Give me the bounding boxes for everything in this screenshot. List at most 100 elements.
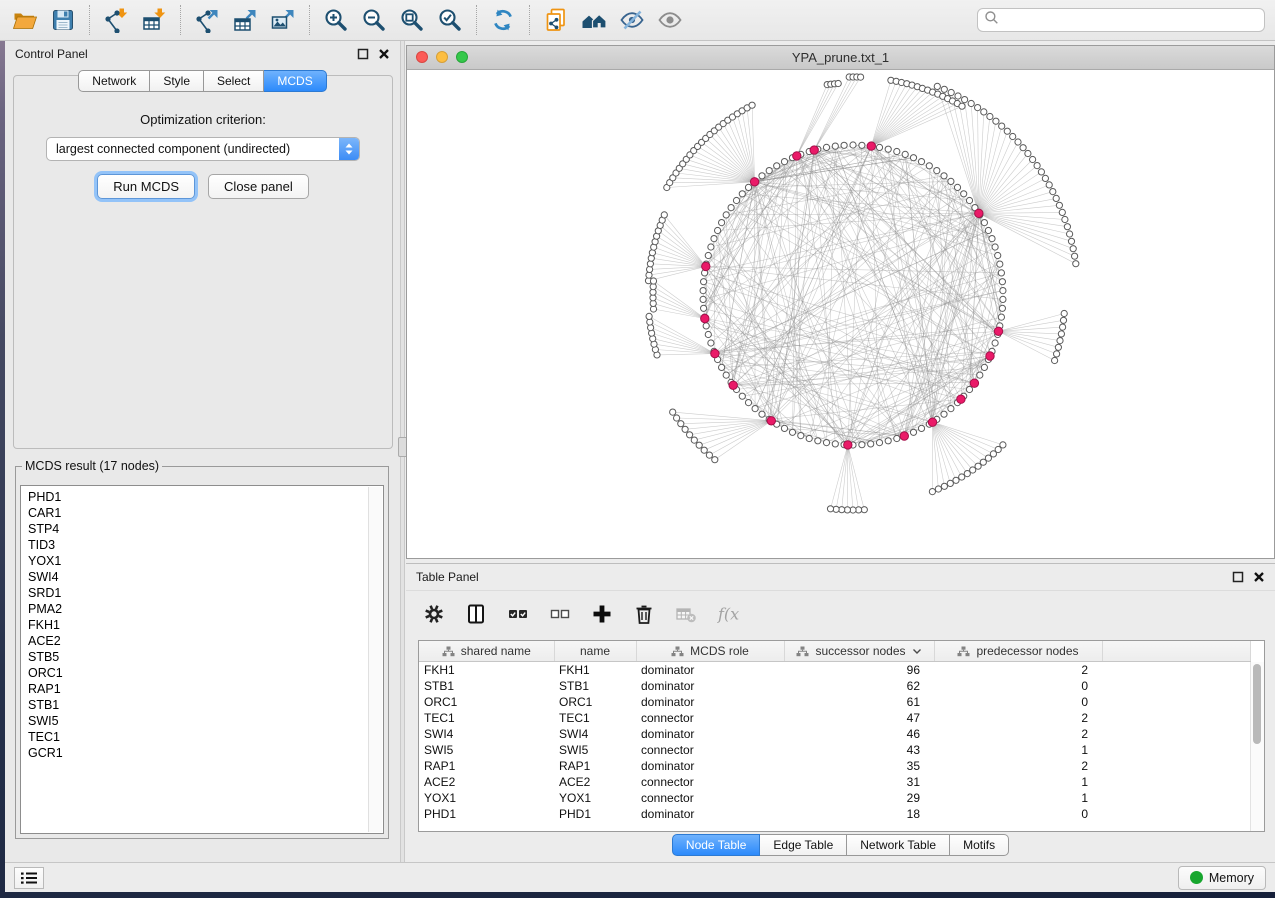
mcds-result-item[interactable]: PHD1: [28, 489, 383, 505]
table-cell[interactable]: connector: [636, 790, 784, 806]
mcds-result-item[interactable]: STB1: [28, 697, 383, 713]
maximize-window-icon[interactable]: [456, 51, 468, 63]
mcds-result-item[interactable]: RAP1: [28, 681, 383, 697]
table-settings-button[interactable]: [418, 597, 450, 631]
zoom-out-button[interactable]: [355, 3, 393, 37]
table-cell[interactable]: YOX1: [554, 790, 636, 806]
zoom-selected-button[interactable]: [431, 3, 469, 37]
table-cell[interactable]: dominator: [636, 662, 784, 679]
table-cell[interactable]: ACE2: [554, 774, 636, 790]
table-row[interactable]: ORC1ORC1dominator610: [419, 694, 1251, 710]
column-header-shared-name[interactable]: shared name: [419, 641, 554, 662]
network-window-titlebar[interactable]: YPA_prune.txt_1: [407, 46, 1274, 70]
table-row[interactable]: SWI4SWI4dominator462: [419, 726, 1251, 742]
table-cell[interactable]: 96: [784, 662, 934, 679]
table-cell[interactable]: 43: [784, 742, 934, 758]
column-header-predecessor-nodes[interactable]: predecessor nodes: [934, 641, 1102, 662]
result-list-scrollbar[interactable]: [368, 487, 382, 832]
import-table-button[interactable]: [135, 3, 173, 37]
table-cell[interactable]: 61: [784, 694, 934, 710]
tab-network-table[interactable]: Network Table: [847, 834, 950, 856]
table-cell[interactable]: ORC1: [419, 694, 554, 710]
mcds-result-item[interactable]: ACE2: [28, 633, 383, 649]
table-cell[interactable]: 29: [784, 790, 934, 806]
home-button[interactable]: [575, 3, 613, 37]
search-input[interactable]: [1003, 12, 1258, 28]
mcds-result-item[interactable]: SWI5: [28, 713, 383, 729]
table-cell[interactable]: 1: [934, 790, 1102, 806]
close-panel-icon[interactable]: [1253, 571, 1265, 583]
column-header-name[interactable]: name: [554, 641, 636, 662]
table-cell[interactable]: FKH1: [419, 662, 554, 679]
mcds-result-item[interactable]: PMA2: [28, 601, 383, 617]
table-cell[interactable]: 2: [934, 710, 1102, 726]
table-cell[interactable]: 47: [784, 710, 934, 726]
float-panel-icon[interactable]: [357, 48, 369, 60]
table-row[interactable]: TEC1TEC1connector472: [419, 710, 1251, 726]
table-cell[interactable]: PHD1: [554, 806, 636, 822]
open-file-button[interactable]: [6, 3, 44, 37]
table-cell[interactable]: 0: [934, 806, 1102, 822]
table-cell[interactable]: 2: [934, 726, 1102, 742]
table-cell[interactable]: 62: [784, 678, 934, 694]
show-columns-button[interactable]: [460, 597, 492, 631]
table-cell[interactable]: connector: [636, 742, 784, 758]
table-cell[interactable]: STB1: [419, 678, 554, 694]
tab-select[interactable]: Select: [204, 70, 264, 92]
tab-node-table[interactable]: Node Table: [672, 834, 761, 856]
table-cell[interactable]: FKH1: [554, 662, 636, 679]
task-history-button[interactable]: [14, 867, 44, 889]
mcds-result-item[interactable]: STP4: [28, 521, 383, 537]
table-cell[interactable]: ORC1: [554, 694, 636, 710]
table-cell[interactable]: 31: [784, 774, 934, 790]
save-session-button[interactable]: [44, 3, 82, 37]
tab-motifs[interactable]: Motifs: [950, 834, 1009, 856]
table-cell[interactable]: 0: [934, 694, 1102, 710]
mcds-result-item[interactable]: STB5: [28, 649, 383, 665]
show-panel-button[interactable]: [651, 3, 689, 37]
mcds-result-list[interactable]: PHD1CAR1STP4TID3YOX1SWI4SRD1PMA2FKH1ACE2…: [20, 485, 384, 834]
add-row-button[interactable]: [586, 597, 618, 631]
export-network-button[interactable]: [188, 3, 226, 37]
table-cell[interactable]: SWI5: [554, 742, 636, 758]
table-cell[interactable]: dominator: [636, 694, 784, 710]
deselect-all-button[interactable]: [544, 597, 576, 631]
tab-style[interactable]: Style: [150, 70, 204, 92]
table-cell[interactable]: 35: [784, 758, 934, 774]
search-box[interactable]: [977, 8, 1265, 32]
table-row[interactable]: SWI5SWI5connector431: [419, 742, 1251, 758]
export-image-button[interactable]: [264, 3, 302, 37]
memory-button[interactable]: Memory: [1178, 866, 1266, 890]
table-cell[interactable]: YOX1: [419, 790, 554, 806]
mcds-result-item[interactable]: YOX1: [28, 553, 383, 569]
table-cell[interactable]: dominator: [636, 726, 784, 742]
table-cell[interactable]: connector: [636, 710, 784, 726]
mcds-result-item[interactable]: GCR1: [28, 745, 383, 761]
table-cell[interactable]: RAP1: [419, 758, 554, 774]
table-cell[interactable]: RAP1: [554, 758, 636, 774]
table-row[interactable]: FKH1FKH1dominator962: [419, 662, 1251, 679]
table-cell[interactable]: connector: [636, 774, 784, 790]
network-canvas[interactable]: [407, 69, 1274, 558]
close-window-icon[interactable]: [416, 51, 428, 63]
tab-edge-table[interactable]: Edge Table: [760, 834, 847, 856]
close-panel-icon[interactable]: [378, 48, 390, 60]
refresh-button[interactable]: [484, 3, 522, 37]
table-cell[interactable]: 2: [934, 758, 1102, 774]
table-cell[interactable]: 1: [934, 742, 1102, 758]
run-mcds-button[interactable]: Run MCDS: [97, 174, 195, 199]
table-cell[interactable]: 2: [934, 662, 1102, 679]
delete-button[interactable]: [628, 597, 660, 631]
table-cell[interactable]: SWI4: [419, 726, 554, 742]
table-cell[interactable]: dominator: [636, 758, 784, 774]
network-graph[interactable]: [407, 69, 1274, 558]
table-cell[interactable]: SWI5: [419, 742, 554, 758]
table-cell[interactable]: SWI4: [554, 726, 636, 742]
mcds-result-item[interactable]: TEC1: [28, 729, 383, 745]
float-panel-icon[interactable]: [1232, 571, 1244, 583]
import-network-button[interactable]: [97, 3, 135, 37]
table-cell[interactable]: TEC1: [419, 710, 554, 726]
table-row[interactable]: RAP1RAP1dominator352: [419, 758, 1251, 774]
tab-mcds[interactable]: MCDS: [264, 70, 326, 92]
table-cell[interactable]: TEC1: [554, 710, 636, 726]
